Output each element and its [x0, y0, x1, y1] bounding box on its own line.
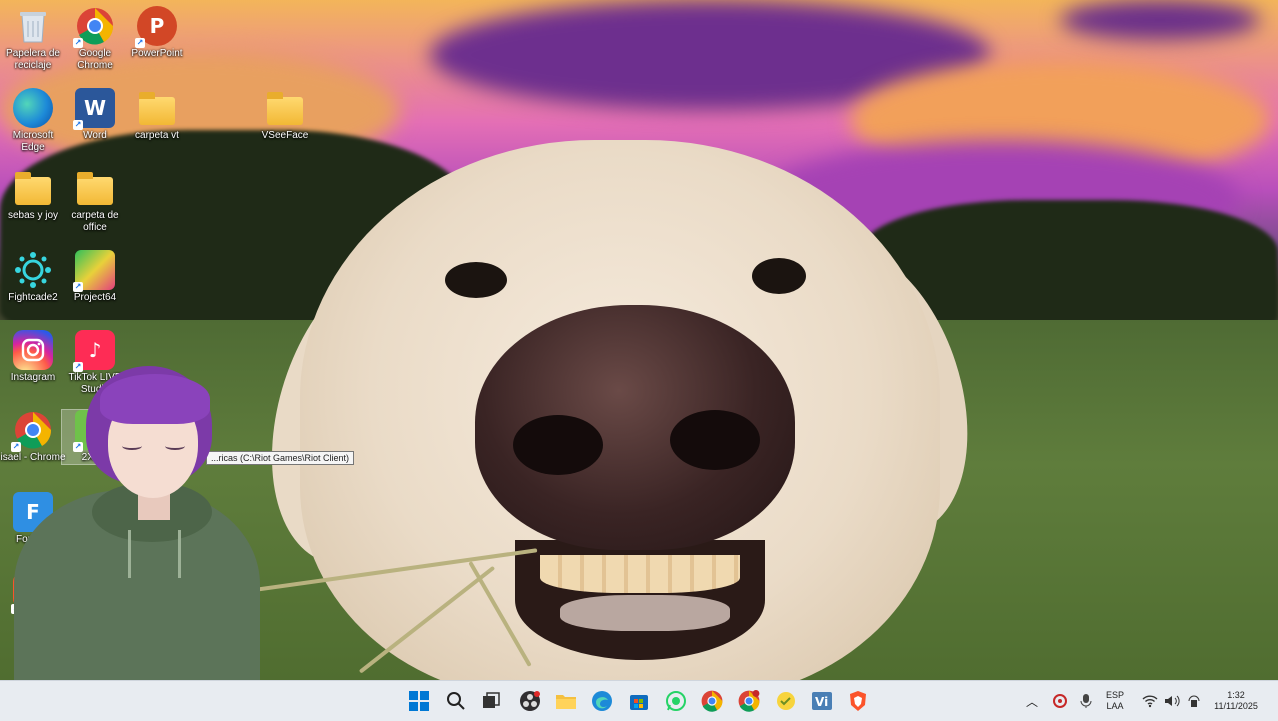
folder-icon [75, 168, 115, 208]
desktop-icon-fightcade2[interactable]: Fightcade2 [0, 250, 66, 304]
vtuber-avatar [0, 360, 270, 680]
dog-eye [752, 258, 806, 294]
desktop-icon-microsoft-edge[interactable]: Microsoft Edge [0, 88, 66, 154]
fightcade-icon [13, 250, 53, 290]
show-hidden-icons-button[interactable]: ︿ [1026, 681, 1038, 721]
desktop-icon-word[interactable]: W ↗ Word [62, 88, 128, 142]
brave-icon[interactable] [846, 689, 870, 713]
volume-icon [1165, 695, 1180, 707]
shortcut-arrow-icon: ↗ [73, 120, 83, 130]
quick-settings-button[interactable] [1142, 681, 1202, 721]
recycle-bin-icon [13, 6, 53, 46]
svg-text:Vi: Vi [815, 695, 828, 709]
clock-time: 1:32 [1227, 690, 1245, 700]
nostril [670, 410, 760, 470]
keyboard-layout: LAA [1106, 701, 1124, 711]
desktop-icon-label: Word [83, 130, 107, 141]
chrome-icon[interactable] [700, 689, 724, 713]
project64-icon: ↗ [73, 250, 115, 292]
avatar-eye [165, 442, 185, 450]
start-icon[interactable] [407, 689, 431, 713]
shortcut-arrow-icon: ↗ [135, 38, 145, 48]
dog-eye [445, 262, 507, 298]
word-icon: W ↗ [73, 88, 115, 130]
desktop-icon-label: carpeta de office [71, 210, 119, 233]
tray-app-icon[interactable] [1052, 681, 1068, 721]
desktop-icon-vseeface[interactable]: VSeeFace [252, 88, 318, 142]
desktop-icon-carpeta-vt[interactable]: carpeta vt [124, 88, 190, 142]
avatar-bangs [100, 374, 210, 424]
avatar-eye [122, 442, 142, 450]
cloud [1060, 0, 1260, 40]
search-icon[interactable] [444, 689, 468, 713]
dog-teeth [540, 555, 740, 593]
microphone-icon[interactable] [1080, 681, 1092, 721]
desktop-icon-carpeta-de-office[interactable]: carpeta de office [62, 168, 128, 234]
language-code: ESP [1106, 690, 1125, 700]
desktop-icon-label: VSeeFace [261, 130, 309, 141]
hoodie-string [178, 530, 181, 578]
desktop-icon-label: Papelera de reciclaje [6, 48, 60, 71]
desktop-icon-powerpoint[interactable]: P ↗ PowerPoint [124, 6, 190, 60]
dog-nose [475, 305, 795, 550]
shortcut-arrow-icon: ↗ [73, 282, 83, 292]
desktop-wallpaper: Papelera de reciclaje ↗ Google Chrome P … [0, 0, 1278, 680]
wifi-icon [1142, 695, 1158, 708]
desktop-icon-label: carpeta vt [135, 130, 179, 141]
desktop-icon-label: sebas y joy [7, 210, 59, 221]
whatsapp-icon[interactable] [664, 689, 688, 713]
powerpoint-icon: P ↗ [135, 6, 177, 48]
clock[interactable]: 1:32 11/11/2025 [1206, 681, 1266, 721]
taskbar: Vi ︿ ESP LAA 1:32 11/11/2025 [0, 680, 1278, 721]
desktop-icon-recycle-bin[interactable]: Papelera de reciclaje [0, 6, 66, 72]
folder-icon [265, 88, 305, 128]
desktop-icon-sebas-y-joy[interactable]: sebas y joy [0, 168, 66, 222]
shortcut-arrow-icon: ↗ [73, 38, 83, 48]
desktop-icon-label: Microsoft Edge [12, 130, 54, 153]
battery-icon [1188, 695, 1200, 707]
hoodie-string [128, 530, 131, 578]
task-view-icon[interactable] [479, 689, 503, 713]
chevron-up-icon: ︿ [1026, 694, 1039, 709]
folder-icon [13, 168, 53, 208]
obs-icon[interactable] [518, 689, 542, 713]
chrome-icon: ↗ [73, 6, 115, 48]
desktop-icon-label: Fightcade2 [8, 292, 58, 303]
desktop-icon-label: Project64 [73, 292, 117, 303]
desktop-icon-label: PowerPoint [131, 48, 183, 59]
language-indicator[interactable]: ESP LAA [1106, 681, 1124, 721]
clock-date: 11/11/2025 [1214, 701, 1258, 711]
desktop-icon-label: Google Chrome [77, 48, 113, 71]
file-explorer-icon[interactable] [554, 689, 578, 713]
folder-icon [137, 88, 177, 128]
chrome-profile-icon[interactable] [737, 689, 761, 713]
edge-icon[interactable] [590, 689, 614, 713]
sticky-icon[interactable] [774, 689, 798, 713]
desktop-icon-project64[interactable]: ↗ Project64 [62, 250, 128, 304]
nostril [513, 415, 603, 475]
dog-tongue [560, 595, 730, 631]
vseeface-icon[interactable]: Vi [810, 689, 834, 713]
microsoft-store-icon[interactable] [627, 689, 651, 713]
edge-icon [13, 88, 53, 128]
desktop-icon-google-chrome[interactable]: ↗ Google Chrome [62, 6, 128, 72]
